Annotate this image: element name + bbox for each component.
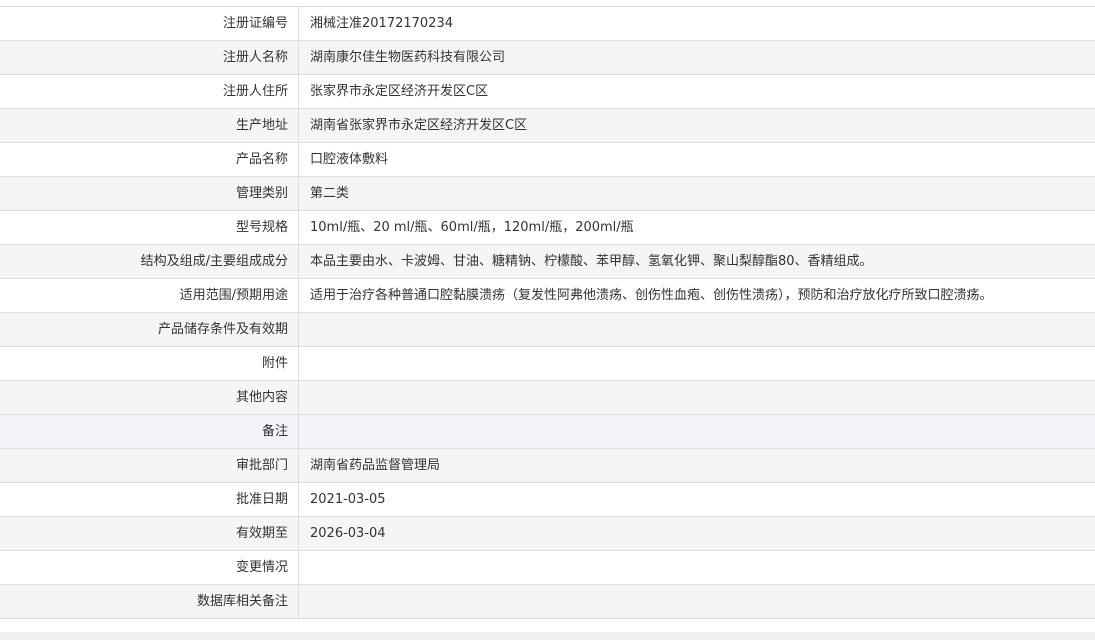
field-label-remarks: 备注 bbox=[0, 415, 299, 448]
table-row: 其他内容 bbox=[0, 381, 1095, 415]
field-value-storage-validity bbox=[299, 313, 1095, 346]
field-value-other-content bbox=[299, 381, 1095, 414]
field-value-composition: 本品主要由水、卡波姆、甘油、糖精钠、柠檬酸、苯甲醇、氢氧化钾、聚山梨醇酯80、香… bbox=[310, 254, 873, 269]
field-label-storage-validity: 产品储存条件及有效期 bbox=[0, 313, 299, 346]
field-value-registrant-name: 湖南康尔佳生物医药科技有限公司 bbox=[310, 50, 506, 65]
table-row: 数据库相关备注 bbox=[0, 585, 1095, 619]
table-row: 注册人住所 张家界市永定区经济开发区C区 bbox=[0, 75, 1095, 109]
field-label-model-spec: 型号规格 bbox=[0, 211, 299, 244]
table-row: 注册证编号 湘械注准20172170234 bbox=[0, 7, 1095, 41]
field-value-model-spec: 10ml/瓶、20 ml/瓶、60ml/瓶，120ml/瓶，200ml/瓶 bbox=[310, 220, 634, 235]
table-row: 生产地址 湖南省张家界市永定区经济开发区C区 bbox=[0, 109, 1095, 143]
table-row: 适用范围/预期用途 适用于治疗各种普通口腔黏膜溃疡（复发性阿弗他溃疡、创伤性血疱… bbox=[0, 279, 1095, 313]
field-value-change-history bbox=[299, 551, 1095, 584]
field-value-valid-until: 2026-03-04 bbox=[310, 526, 386, 541]
field-label-approval-department: 审批部门 bbox=[0, 449, 299, 482]
field-label-approval-date: 批准日期 bbox=[0, 483, 299, 516]
table-row: 附件 bbox=[0, 347, 1095, 381]
field-label-registration-number: 注册证编号 bbox=[0, 7, 299, 40]
field-label-production-address: 生产地址 bbox=[0, 109, 299, 142]
field-value-approval-department: 湖南省药品监督管理局 bbox=[310, 458, 441, 473]
table-row: 产品储存条件及有效期 bbox=[0, 313, 1095, 347]
field-value-remarks bbox=[299, 415, 1095, 448]
field-label-change-history: 变更情况 bbox=[0, 551, 299, 584]
field-value-production-address: 湖南省张家界市永定区经济开发区C区 bbox=[310, 118, 528, 133]
field-label-registrant-name: 注册人名称 bbox=[0, 41, 299, 74]
field-value-intended-use: 适用于治疗各种普通口腔黏膜溃疡（复发性阿弗他溃疡、创伤性血疱、创伤性溃疡），预防… bbox=[310, 288, 993, 303]
field-value-registrant-address: 张家界市永定区经济开发区C区 bbox=[310, 84, 489, 99]
table-row: 审批部门 湖南省药品监督管理局 bbox=[0, 449, 1095, 483]
field-label-composition: 结构及组成/主要组成成分 bbox=[0, 245, 299, 278]
field-label-other-content: 其他内容 bbox=[0, 381, 299, 414]
table-row: 有效期至 2026-03-04 bbox=[0, 517, 1095, 551]
field-value-product-name: 口腔液体敷料 bbox=[310, 152, 389, 167]
field-value-approval-date: 2021-03-05 bbox=[310, 492, 386, 507]
page-bottom-strip bbox=[0, 632, 1095, 640]
field-value-database-notes bbox=[299, 585, 1095, 618]
field-label-database-notes: 数据库相关备注 bbox=[0, 585, 299, 618]
field-label-intended-use: 适用范围/预期用途 bbox=[0, 279, 299, 312]
field-label-registrant-address: 注册人住所 bbox=[0, 75, 299, 108]
table-row: 产品名称 口腔液体敷料 bbox=[0, 143, 1095, 177]
table-row: 注册人名称 湖南康尔佳生物医药科技有限公司 bbox=[0, 41, 1095, 75]
field-value-registration-number: 湘械注准20172170234 bbox=[310, 16, 453, 31]
field-label-valid-until: 有效期至 bbox=[0, 517, 299, 550]
field-value-management-category: 第二类 bbox=[310, 186, 350, 201]
table-row: 备注 bbox=[0, 415, 1095, 449]
table-row: 结构及组成/主要组成成分 本品主要由水、卡波姆、甘油、糖精钠、柠檬酸、苯甲醇、氢… bbox=[0, 245, 1095, 279]
table-row: 型号规格 10ml/瓶、20 ml/瓶、60ml/瓶，120ml/瓶，200ml… bbox=[0, 211, 1095, 245]
field-label-management-category: 管理类别 bbox=[0, 177, 299, 210]
registration-detail-table: 注册证编号 湘械注准20172170234 注册人名称 湖南康尔佳生物医药科技有… bbox=[0, 6, 1095, 619]
table-row: 批准日期 2021-03-05 bbox=[0, 483, 1095, 517]
field-label-attachments: 附件 bbox=[0, 347, 299, 380]
field-value-attachments bbox=[299, 347, 1095, 380]
table-row: 变更情况 bbox=[0, 551, 1095, 585]
field-label-product-name: 产品名称 bbox=[0, 143, 299, 176]
table-row: 管理类别 第二类 bbox=[0, 177, 1095, 211]
